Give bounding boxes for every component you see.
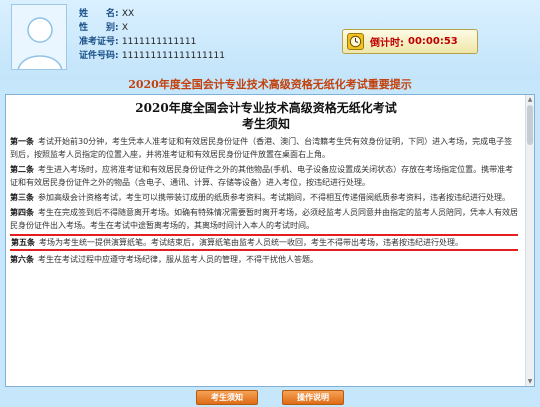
clause-5-highlighted: 第五条 考场为考生统一提供演算纸笔。考试结束后，演算纸笔由监考人员统一收回，考生不… (10, 234, 518, 251)
scroll-down-arrow-icon[interactable]: ▼ (526, 377, 534, 386)
name-label: 姓 名: (79, 9, 119, 19)
ticket-value: 1111111111111 (121, 37, 197, 47)
clause-number: 第二条 (10, 165, 34, 174)
countdown-timer: 倒计时: 00:00:53 (342, 29, 478, 54)
name-row: 姓 名: XX (79, 7, 225, 21)
document-title: 2020年度全国会计专业技术高级资格无纸化考试 (135, 101, 397, 115)
clause-4: 第四条 考生在完成签到后不得随意离开考场。如确有特殊情况需要暂时离开考场，必须经监… (10, 206, 518, 232)
clock-icon (347, 33, 364, 50)
clause-6: 第六条 考生在考试过程中应遵守考场纪律，服从监考人员的管理，不得干扰他人答题。 (10, 253, 518, 266)
notice-panel: 2020年度全国会计专业技术高级资格无纸化考试 考生须知 第一条 考试开始前30分… (5, 94, 535, 387)
clause-number: 第一条 (10, 137, 34, 146)
header-bar: 姓 名: XX 性 别: X 准考证号: 1111111111111 证件号码:… (0, 0, 540, 80)
id-label: 证件号码: (79, 51, 119, 61)
gender-value: X (121, 23, 129, 33)
candidate-notice-button[interactable]: 考生须知 (196, 390, 258, 405)
id-value: 111111111111111111 (121, 51, 225, 61)
clause-text: 考试开始前30分钟，考生凭本人准考证和有效居民身份证件（香港、澳门、台湾籍考生凭… (10, 137, 513, 159)
document-subtitle: 考生须知 (241, 117, 290, 131)
clause-text: 考场为考生统一提供演算纸笔。考试结束后，演算纸笔由监考人员统一收回，考生不得带出… (39, 238, 463, 247)
clause-number: 第五条 (11, 238, 35, 247)
clause-number: 第六条 (10, 255, 34, 264)
clause-number: 第四条 (10, 208, 34, 217)
clause-text: 考生在完成签到后不得随意离开考场。如确有特殊情况需要暂时离开考场，必须经监考人员… (10, 208, 518, 230)
gender-label: 性 别: (79, 23, 119, 33)
timer-label: 倒计时: (370, 38, 404, 49)
avatar-icon (12, 5, 66, 69)
scroll-up-arrow-icon[interactable]: ▲ (526, 95, 534, 104)
operation-guide-button[interactable]: 操作说明 (282, 390, 344, 405)
clause-text: 考生在考试过程中应遵守考场纪律，服从监考人员的管理，不得干扰他人答题。 (38, 255, 318, 264)
clause-number: 第三条 (10, 193, 34, 202)
candidate-info: 姓 名: XX 性 别: X 准考证号: 1111111111111 证件号码:… (79, 7, 225, 63)
clause-2: 第二条 考生进入考场时，应将准考证和有效居民身份证件之外的其他物品(手机、电子设备… (10, 163, 518, 189)
footer-bar: 考生须知 操作说明 (0, 388, 540, 407)
clause-list[interactable]: 第一条 考试开始前30分钟，考生凭本人准考证和有效居民身份证件（香港、澳门、台湾籍… (10, 135, 518, 387)
name-value: XX (121, 9, 135, 19)
clause-text: 考生进入考场时，应将准考证和有效居民身份证件之外的其他物品(手机、电子设备应设置… (10, 165, 514, 187)
id-row: 证件号码: 111111111111111111 (79, 49, 225, 63)
candidate-photo (11, 4, 67, 70)
clause-3: 第三条 参加高级会计资格考试，考生可以携带装订成册的纸质参考资料。考试期间，不得相… (10, 191, 518, 204)
scroll-thumb[interactable] (527, 105, 533, 145)
ticket-row: 准考证号: 1111111111111 (79, 35, 225, 49)
gender-row: 性 别: X (79, 21, 225, 35)
clause-text: 参加高级会计资格考试，考生可以携带装订成册的纸质参考资料。考试期间，不得相互传递… (38, 193, 510, 202)
clause-1: 第一条 考试开始前30分钟，考生凭本人准考证和有效居民身份证件（香港、澳门、台湾籍… (10, 135, 518, 161)
vertical-scrollbar[interactable]: ▲ ▼ (525, 95, 534, 386)
important-notice-banner: 2020年度全国会计专业技术高级资格无纸化考试重要提示 (128, 78, 412, 91)
timer-value: 00:00:53 (408, 36, 458, 47)
ticket-label: 准考证号: (79, 37, 119, 47)
